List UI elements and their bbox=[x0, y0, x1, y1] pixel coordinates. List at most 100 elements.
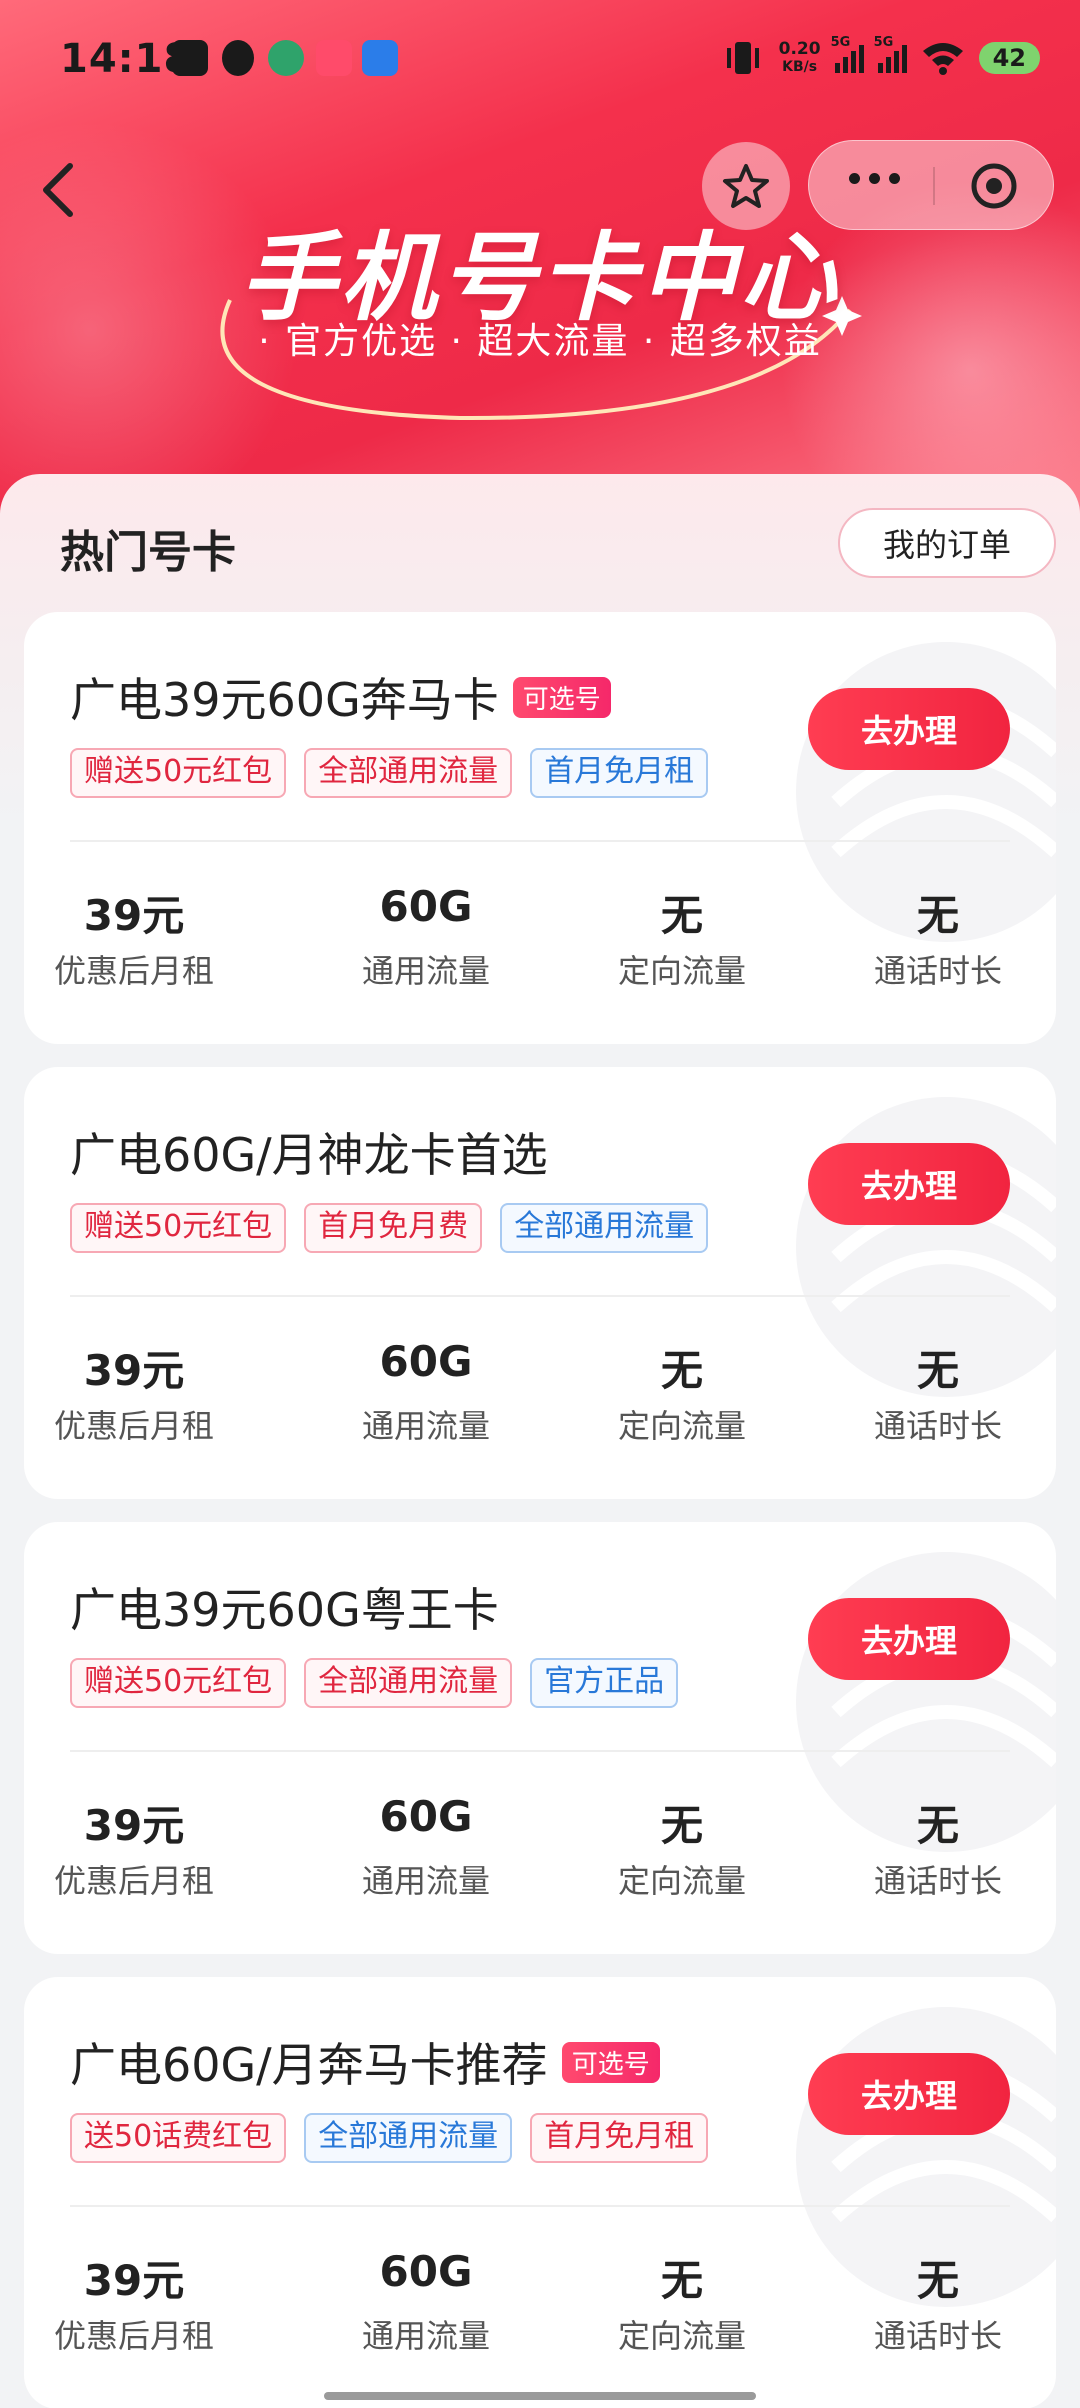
app-notification-icon bbox=[222, 40, 254, 76]
bank-app-icon bbox=[268, 40, 304, 76]
plan-stat-value: 无 bbox=[916, 1346, 959, 1395]
plan-stat: 无 通话时长 bbox=[828, 1792, 1048, 1902]
card-name: 广电60G/月神龙卡首选 bbox=[70, 1119, 548, 1185]
plan-stat-value: 39元 bbox=[83, 891, 185, 940]
optional-number-badge: 可选号 bbox=[561, 2041, 660, 2083]
card-name: 广电60G/月奔马卡推荐 可选号 bbox=[70, 2029, 660, 2095]
card-divider bbox=[70, 1750, 1010, 1752]
plan-stat-value: 无 bbox=[660, 2256, 703, 2305]
plan-stat-label: 优惠后月租 bbox=[53, 1407, 214, 1445]
net-speed: 0.20 KB/s bbox=[778, 39, 821, 75]
apply-button[interactable]: 去办理 bbox=[808, 1143, 1010, 1225]
plan-stat-value: 无 bbox=[916, 1801, 959, 1850]
plan-stat-value: 60G bbox=[379, 2247, 473, 2296]
plan-stat: 无 定向流量 bbox=[572, 1792, 792, 1902]
plan-stat: 60G 通用流量 bbox=[316, 882, 536, 992]
plan-stat: 无 通话时长 bbox=[828, 1337, 1048, 1447]
video-app-icon bbox=[316, 40, 352, 76]
plan-stat: 60G 通用流量 bbox=[316, 2247, 536, 2357]
benefit-tag: 官方正品 bbox=[530, 1658, 679, 1708]
sim-card-offer[interactable]: 广电60G/月奔马卡推荐 可选号 送50话费红包 全部通用流量 首月免月租 去办理 … bbox=[24, 1977, 1056, 2408]
plan-stat: 60G 通用流量 bbox=[316, 1792, 536, 1902]
plan-stat-label: 定向流量 bbox=[617, 2317, 746, 2355]
plan-stat-value: 39元 bbox=[83, 2256, 185, 2305]
plan-stat-value: 无 bbox=[660, 1346, 703, 1395]
plan-stat-value: 无 bbox=[916, 2256, 959, 2305]
apply-button[interactable]: 去办理 bbox=[808, 1598, 1010, 1680]
plan-stat-value: 39元 bbox=[83, 1801, 185, 1850]
plan-stat: 无 定向流量 bbox=[572, 882, 792, 992]
benefit-tag: 赠送50元红包 bbox=[70, 748, 287, 798]
benefit-tag: 全部通用流量 bbox=[304, 748, 513, 798]
benefit-tag: 赠送50元红包 bbox=[70, 1658, 287, 1708]
card-title: 广电39元60G粤王卡 bbox=[70, 1583, 499, 1637]
plan-stat-value: 39元 bbox=[83, 1346, 185, 1395]
plan-stat-label: 通用流量 bbox=[361, 2317, 490, 2355]
sim-card-offer[interactable]: 广电60G/月神龙卡首选 赠送50元红包 首月免月费 全部通用流量 去办理 39元 … bbox=[24, 1067, 1056, 1499]
status-bar: 14:18 0.20 KB/s 5G 5G 42 bbox=[0, 0, 1080, 120]
plan-stat: 无 定向流量 bbox=[572, 1337, 792, 1447]
apply-button[interactable]: 去办理 bbox=[808, 2053, 1010, 2135]
plan-stat-label: 定向流量 bbox=[617, 1407, 746, 1445]
benefit-tag: 首月免月租 bbox=[530, 748, 709, 798]
plan-stat-value: 60G bbox=[379, 1792, 473, 1841]
card-divider bbox=[70, 2205, 1010, 2207]
card-title: 广电60G/月神龙卡首选 bbox=[70, 1128, 548, 1182]
plan-stat-label: 通用流量 bbox=[361, 952, 490, 990]
apply-button[interactable]: 去办理 bbox=[808, 688, 1010, 770]
card-name: 广电39元60G奔马卡 可选号 bbox=[70, 664, 611, 730]
app-notification-icon bbox=[172, 40, 208, 76]
plan-stat: 39元 优惠后月租 bbox=[24, 1792, 244, 1902]
plan-stat-label: 优惠后月租 bbox=[53, 1862, 214, 1900]
chat-app-icon bbox=[362, 40, 398, 76]
benefit-tag: 全部通用流量 bbox=[304, 2113, 513, 2163]
card-tags: 赠送50元红包 全部通用流量 首月免月租 bbox=[70, 748, 709, 798]
card-tags: 赠送50元红包 全部通用流量 官方正品 bbox=[70, 1658, 679, 1708]
plan-stat-label: 通话时长 bbox=[873, 1862, 1002, 1900]
section-title: 热门号卡 bbox=[60, 527, 236, 578]
signal-icon: 5G bbox=[831, 35, 864, 73]
benefit-tag: 全部通用流量 bbox=[304, 1658, 513, 1708]
benefit-tag: 首月免月租 bbox=[530, 2113, 709, 2163]
my-orders-button[interactable]: 我的订单 bbox=[838, 508, 1056, 578]
page-subtitle: · 官方优选 · 超大流量 · 超多权益 bbox=[258, 321, 822, 362]
optional-number-badge: 可选号 bbox=[512, 676, 611, 718]
plan-stat-label: 通用流量 bbox=[361, 1862, 490, 1900]
plan-stat-value: 无 bbox=[660, 891, 703, 940]
battery-indicator: 42 bbox=[978, 42, 1040, 74]
plan-stat: 无 通话时长 bbox=[828, 2247, 1048, 2357]
plan-stat: 60G 通用流量 bbox=[316, 1337, 536, 1447]
card-tags: 赠送50元红包 首月免月费 全部通用流量 bbox=[70, 1203, 709, 1253]
plan-stat-label: 通话时长 bbox=[873, 2317, 1002, 2355]
plan-stat: 无 通话时长 bbox=[828, 882, 1048, 992]
plan-stat: 39元 优惠后月租 bbox=[24, 1337, 244, 1447]
plan-stat-label: 定向流量 bbox=[617, 1862, 746, 1900]
benefit-tag: 全部通用流量 bbox=[500, 1203, 709, 1253]
plan-stat-value: 60G bbox=[379, 882, 473, 931]
vibrate-icon bbox=[726, 42, 759, 74]
plan-stat: 39元 优惠后月租 bbox=[24, 2247, 244, 2357]
plan-stat-label: 通话时长 bbox=[873, 1407, 1002, 1445]
plan-stat-value: 无 bbox=[660, 1801, 703, 1850]
card-divider bbox=[70, 840, 1010, 842]
card-name: 广电39元60G粤王卡 bbox=[70, 1574, 499, 1640]
sim-card-offer[interactable]: 广电39元60G粤王卡 赠送50元红包 全部通用流量 官方正品 去办理 39元 优惠… bbox=[24, 1522, 1056, 1954]
wifi-icon bbox=[922, 43, 963, 75]
plan-stat: 39元 优惠后月租 bbox=[24, 882, 244, 992]
system-status: 0.20 KB/s 5G 5G 42 bbox=[721, 35, 1040, 78]
benefit-tag: 送50话费红包 bbox=[70, 2113, 287, 2163]
plan-stat-value: 无 bbox=[916, 891, 959, 940]
plan-stat-label: 优惠后月租 bbox=[53, 2317, 214, 2355]
card-title: 广电60G/月奔马卡推荐 bbox=[70, 2038, 548, 2092]
more-menu-icon[interactable] bbox=[849, 173, 900, 184]
plan-stat-label: 通用流量 bbox=[361, 1407, 490, 1445]
plan-stat: 无 定向流量 bbox=[572, 2247, 792, 2357]
sim-card-offer[interactable]: 广电39元60G奔马卡 可选号 赠送50元红包 全部通用流量 首月免月租 去办理 3… bbox=[24, 612, 1056, 1044]
signal-icon: 5G bbox=[874, 35, 907, 73]
plan-stat-value: 60G bbox=[379, 1337, 473, 1386]
home-indicator[interactable] bbox=[324, 2392, 756, 2400]
card-tags: 送50话费红包 全部通用流量 首月免月租 bbox=[70, 2113, 709, 2163]
plan-stat-label: 优惠后月租 bbox=[53, 952, 214, 990]
benefit-tag: 首月免月费 bbox=[304, 1203, 483, 1253]
benefit-tag: 赠送50元红包 bbox=[70, 1203, 287, 1253]
